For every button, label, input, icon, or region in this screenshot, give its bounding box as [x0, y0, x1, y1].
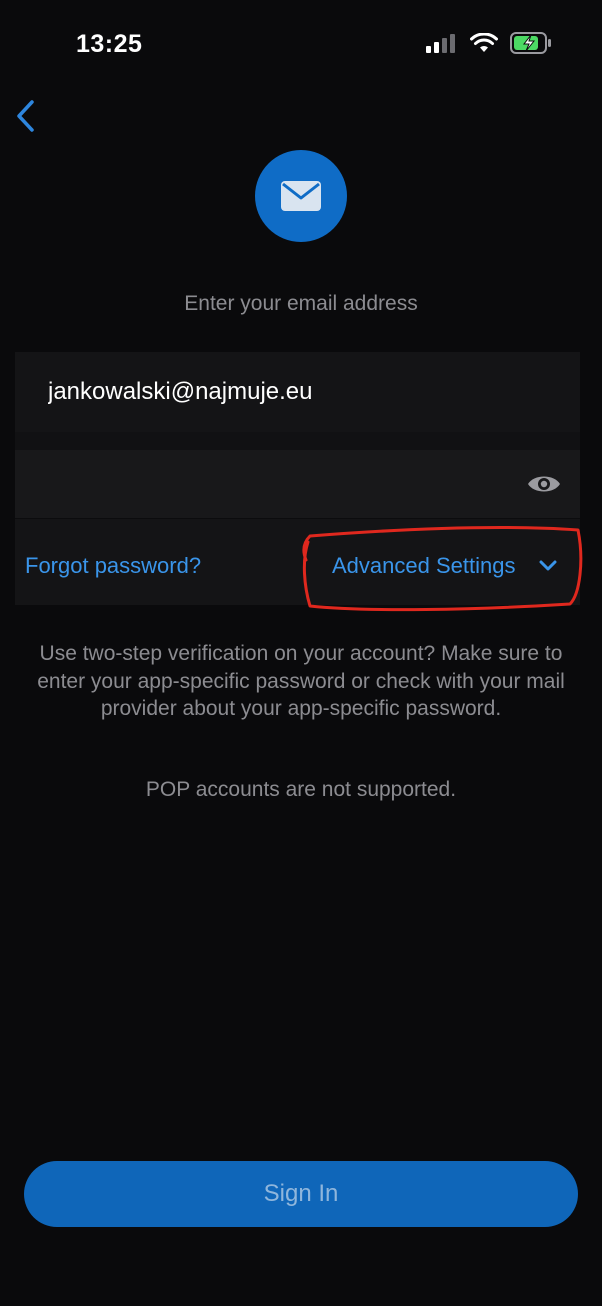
advanced-settings-label: Advanced Settings	[332, 553, 516, 578]
show-password-button[interactable]	[524, 466, 564, 502]
links-row: Forgot password? Advanced Settings	[15, 519, 580, 605]
email-field[interactable]	[15, 352, 580, 432]
sign-in-button[interactable]: Sign In	[24, 1161, 578, 1227]
login-form: Forgot password? Advanced Settings	[15, 352, 580, 605]
email-prompt: Enter your email address	[184, 292, 418, 315]
eye-icon	[528, 476, 560, 492]
back-button[interactable]	[8, 96, 42, 136]
chevron-left-icon	[17, 100, 34, 132]
envelope-icon	[281, 181, 321, 211]
password-row	[15, 450, 580, 518]
wifi-icon	[470, 33, 498, 52]
advanced-settings-toggle[interactable]: Advanced Settings	[332, 553, 557, 579]
cellular-signal-icon	[426, 34, 455, 53]
status-icons	[426, 32, 552, 54]
two-step-info: Use two-step verification on your accoun…	[37, 642, 565, 720]
field-separator	[15, 432, 580, 450]
forgot-password-link[interactable]: Forgot password?	[25, 553, 201, 579]
battery-charging-icon	[510, 32, 551, 54]
password-field[interactable]	[15, 450, 505, 518]
mail-app-logo	[255, 150, 347, 242]
chevron-down-icon	[539, 560, 557, 572]
status-time: 13:25	[76, 30, 143, 58]
status-bar: 13:25	[0, 0, 602, 90]
pop-notice: POP accounts are not supported.	[145, 778, 457, 801]
